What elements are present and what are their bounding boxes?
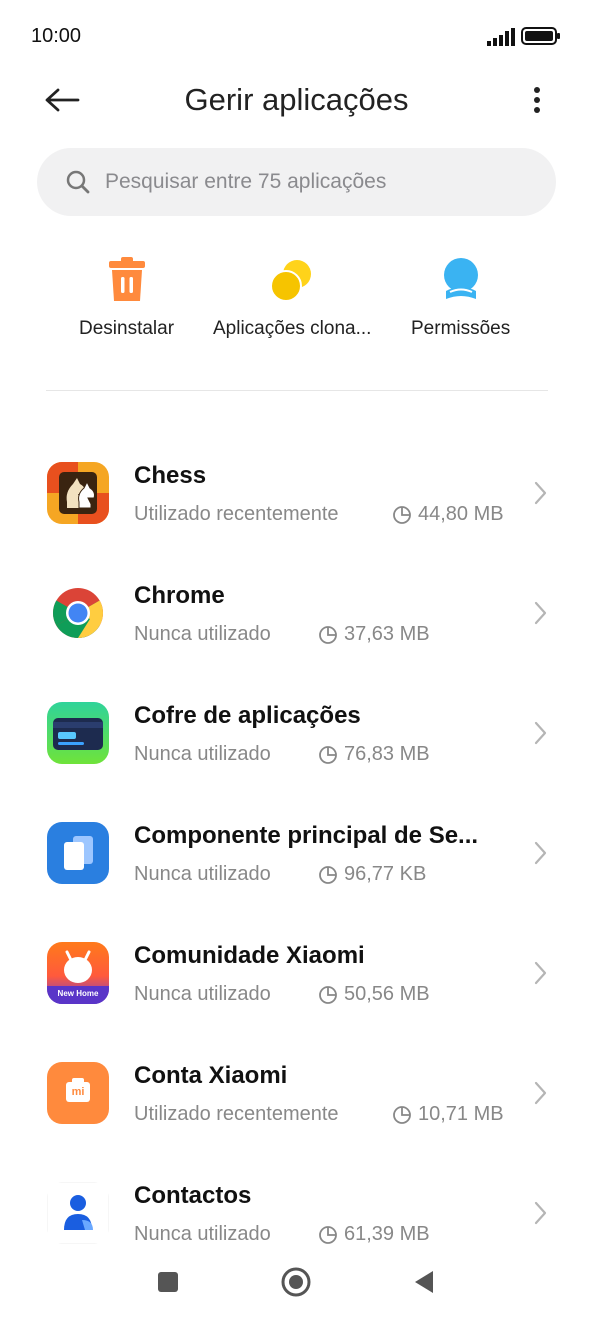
- more-options-button[interactable]: [520, 78, 554, 122]
- app-size: 37,63 MB: [318, 623, 430, 646]
- status-time: 10:00: [31, 25, 82, 47]
- app-row-app-vault[interactable]: Cofre de aplicações Nunca utilizado 76,8…: [0, 672, 593, 792]
- home-button[interactable]: [276, 1262, 316, 1302]
- storage-pie-icon: [319, 745, 337, 764]
- app-row-component[interactable]: Componente principal de Se... Nunca util…: [0, 792, 593, 912]
- app-usage: Nunca utilizado: [134, 1223, 271, 1245]
- status-bar: 10:00: [0, 0, 593, 72]
- search-input[interactable]: [105, 170, 525, 194]
- component-icon: [47, 822, 109, 884]
- app-size: 96,77 KB: [318, 863, 426, 886]
- app-usage: Utilizado recentemente: [134, 503, 339, 525]
- app-size: 76,83 MB: [318, 743, 430, 766]
- app-size-value: 61,39 MB: [344, 1223, 430, 1245]
- chevron-right-icon: [534, 961, 547, 985]
- app-size: 44,80 MB: [392, 503, 504, 526]
- back-nav-button[interactable]: [404, 1262, 444, 1302]
- app-vault-icon: [47, 702, 109, 764]
- dual-apps-icon: [262, 250, 322, 310]
- chevron-right-icon: [534, 481, 547, 505]
- icon-badge-text: mi: [71, 1086, 85, 1098]
- permissions-label: Permissões: [411, 318, 511, 339]
- search-bar[interactable]: [37, 148, 556, 216]
- storage-pie-icon: [319, 865, 337, 884]
- chrome-icon: [47, 582, 109, 644]
- recents-button[interactable]: [148, 1262, 188, 1302]
- app-size-value: 96,77 KB: [344, 863, 427, 885]
- storage-pie-icon: [319, 625, 337, 644]
- storage-pie-icon: [393, 1105, 411, 1124]
- app-size: 61,39 MB: [318, 1223, 430, 1246]
- xiaomi-community-icon: New Home: [47, 942, 109, 1004]
- xiaomi-account-icon: mi: [47, 1062, 109, 1124]
- header: Gerir aplicações: [0, 72, 593, 132]
- icon-badge-text: New Home: [57, 989, 99, 998]
- app-size-value: 50,56 MB: [344, 983, 430, 1005]
- trash-icon: [97, 250, 157, 310]
- app-usage: Nunca utilizado: [134, 983, 271, 1005]
- app-size-value: 76,83 MB: [344, 743, 430, 765]
- app-usage: Nunca utilizado: [134, 743, 271, 765]
- uninstall-label: Desinstalar: [79, 318, 175, 339]
- storage-pie-icon: [319, 1225, 337, 1244]
- app-row-chess[interactable]: Chess Utilizado recentemente 44,80 MB: [0, 432, 593, 552]
- app-usage: Nunca utilizado: [134, 863, 271, 885]
- uninstall-action[interactable]: Desinstalar: [79, 250, 174, 340]
- app-size-value: 37,63 MB: [344, 623, 430, 645]
- chevron-right-icon: [534, 1201, 547, 1225]
- chevron-right-icon: [534, 721, 547, 745]
- quick-actions: Desinstalar Aplicações clona... Permissõ…: [0, 250, 593, 350]
- app-size: 10,71 MB: [392, 1103, 504, 1126]
- app-size: 50,56 MB: [318, 983, 430, 1006]
- app-name: Comunidade Xiaomi: [134, 942, 365, 969]
- app-row-xiaomi-community[interactable]: New Home Comunidade Xiaomi Nunca utiliza…: [0, 912, 593, 1032]
- divider: [46, 390, 548, 391]
- storage-pie-icon: [393, 505, 411, 524]
- dual-apps-label: Aplicações clona...: [213, 318, 372, 339]
- navigation-bar: [0, 1250, 593, 1318]
- permissions-action[interactable]: Permissões: [411, 250, 510, 340]
- triangle-back-icon: [415, 1271, 433, 1293]
- battery-icon: [521, 27, 560, 45]
- contacts-icon: [47, 1182, 109, 1244]
- dual-apps-action[interactable]: Aplicações clona...: [213, 250, 371, 340]
- app-usage: Utilizado recentemente: [134, 1103, 339, 1125]
- app-name: Componente principal de Se...: [134, 822, 479, 849]
- app-size-value: 44,80 MB: [418, 503, 504, 525]
- square-icon: [158, 1272, 178, 1292]
- app-size-value: 10,71 MB: [418, 1103, 504, 1125]
- chevron-right-icon: [534, 1081, 547, 1105]
- chess-icon: [47, 462, 109, 524]
- more-vertical-icon: [534, 87, 540, 113]
- storage-pie-icon: [319, 985, 337, 1004]
- circle-icon: [281, 1267, 311, 1297]
- search-icon: [66, 170, 90, 194]
- app-usage: Nunca utilizado: [134, 623, 271, 645]
- app-name: Chrome: [134, 582, 225, 609]
- signal-icon: [487, 28, 515, 46]
- app-name: Chess: [134, 462, 207, 489]
- app-row-xiaomi-account[interactable]: mi Conta Xiaomi Utilizado recentemente 1…: [0, 1032, 593, 1152]
- app-name: Cofre de aplicações: [134, 702, 361, 729]
- chevron-right-icon: [534, 841, 547, 865]
- chevron-right-icon: [534, 601, 547, 625]
- app-name: Conta Xiaomi: [134, 1062, 288, 1089]
- app-row-chrome[interactable]: Chrome Nunca utilizado 37,63 MB: [0, 552, 593, 672]
- app-name: Contactos: [134, 1182, 252, 1209]
- page-title: Gerir aplicações: [184, 82, 409, 117]
- permissions-icon: [431, 250, 491, 310]
